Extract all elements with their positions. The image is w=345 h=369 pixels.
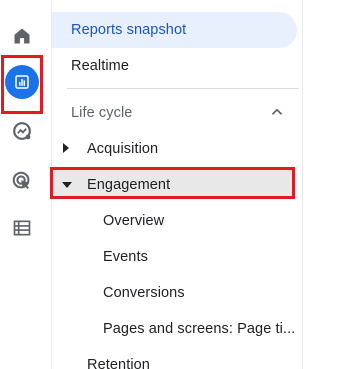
home-icon	[14, 28, 30, 44]
reports-button[interactable]	[4, 64, 40, 100]
section-title-life-cycle[interactable]: Life cycle	[71, 105, 132, 121]
nav-group-acquisition[interactable]: Acquisition	[87, 141, 158, 157]
configure-button[interactable]	[4, 210, 40, 246]
advertising-icon	[12, 171, 30, 190]
reports-active-indicator	[5, 65, 39, 99]
reports-nav-panel: Reports snapshot Realtime Life cycle Acq…	[52, 0, 299, 369]
nav-group-engagement[interactable]: Engagement	[87, 177, 170, 193]
nav-subitem-events[interactable]: Events	[103, 249, 148, 265]
home-button[interactable]	[4, 18, 40, 54]
icon-rail	[0, 0, 44, 369]
configure-list-icon	[13, 220, 31, 236]
advertising-button[interactable]	[4, 163, 40, 199]
nav-subitem-pages-and-screens[interactable]: Pages and screens: Page ti...	[103, 321, 295, 337]
nav-subitem-conversions[interactable]: Conversions	[103, 285, 185, 301]
nav-panel-border	[302, 0, 303, 369]
explore-icon	[13, 122, 31, 140]
collapse-arrow-down-icon[interactable]	[62, 181, 72, 189]
nav-subitem-overview[interactable]: Overview	[103, 213, 164, 229]
explore-button[interactable]	[4, 113, 40, 149]
nav-group-retention[interactable]: Retention	[87, 357, 150, 369]
reports-bar-chart-icon	[15, 75, 29, 89]
nav-item-reports-snapshot[interactable]: Reports snapshot	[52, 12, 297, 48]
chevron-up-icon[interactable]	[268, 103, 286, 121]
nav-item-label: Reports snapshot	[71, 22, 187, 38]
section-divider	[67, 88, 299, 89]
nav-item-realtime[interactable]: Realtime	[71, 58, 129, 74]
expand-arrow-right-icon[interactable]	[62, 143, 70, 153]
